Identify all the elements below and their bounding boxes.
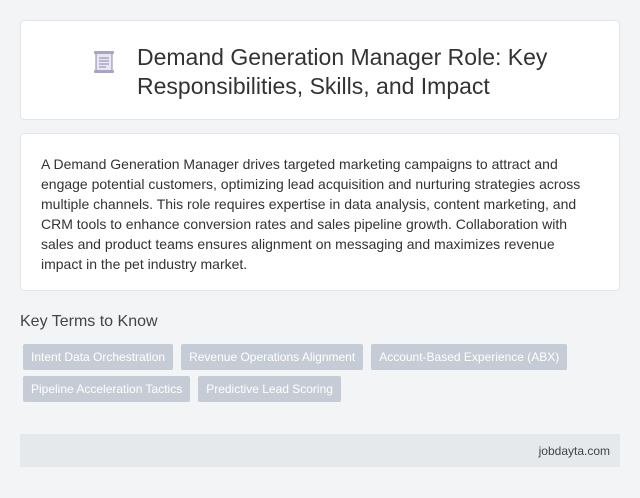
key-terms-list: Intent Data Orchestration Revenue Operat… bbox=[23, 344, 617, 402]
term-chip-revenue-ops[interactable]: Revenue Operations Alignment bbox=[181, 344, 364, 370]
term-chip-pipeline[interactable]: Pipeline Acceleration Tactics bbox=[23, 376, 191, 402]
footer-bar: jobdayta.com bbox=[20, 434, 620, 467]
page-title: Demand Generation Manager Role: Key Resp… bbox=[137, 44, 548, 99]
title-card: Demand Generation Manager Role: Key Resp… bbox=[20, 20, 620, 120]
key-terms-heading: Key Terms to Know bbox=[20, 313, 158, 330]
document-icon bbox=[94, 51, 114, 73]
term-chip-abx[interactable]: Account-Based Experience (ABX) bbox=[371, 344, 568, 370]
description-card: A Demand Generation Manager drives targe… bbox=[20, 133, 620, 291]
page: Demand Generation Manager Role: Key Resp… bbox=[0, 0, 640, 498]
term-chip-intent-data[interactable]: Intent Data Orchestration bbox=[23, 344, 174, 370]
term-chip-lead-scoring[interactable]: Predictive Lead Scoring bbox=[198, 376, 341, 402]
footer-site-link[interactable]: jobdayta.com bbox=[539, 444, 610, 458]
description-text: A Demand Generation Manager drives targe… bbox=[41, 156, 581, 272]
